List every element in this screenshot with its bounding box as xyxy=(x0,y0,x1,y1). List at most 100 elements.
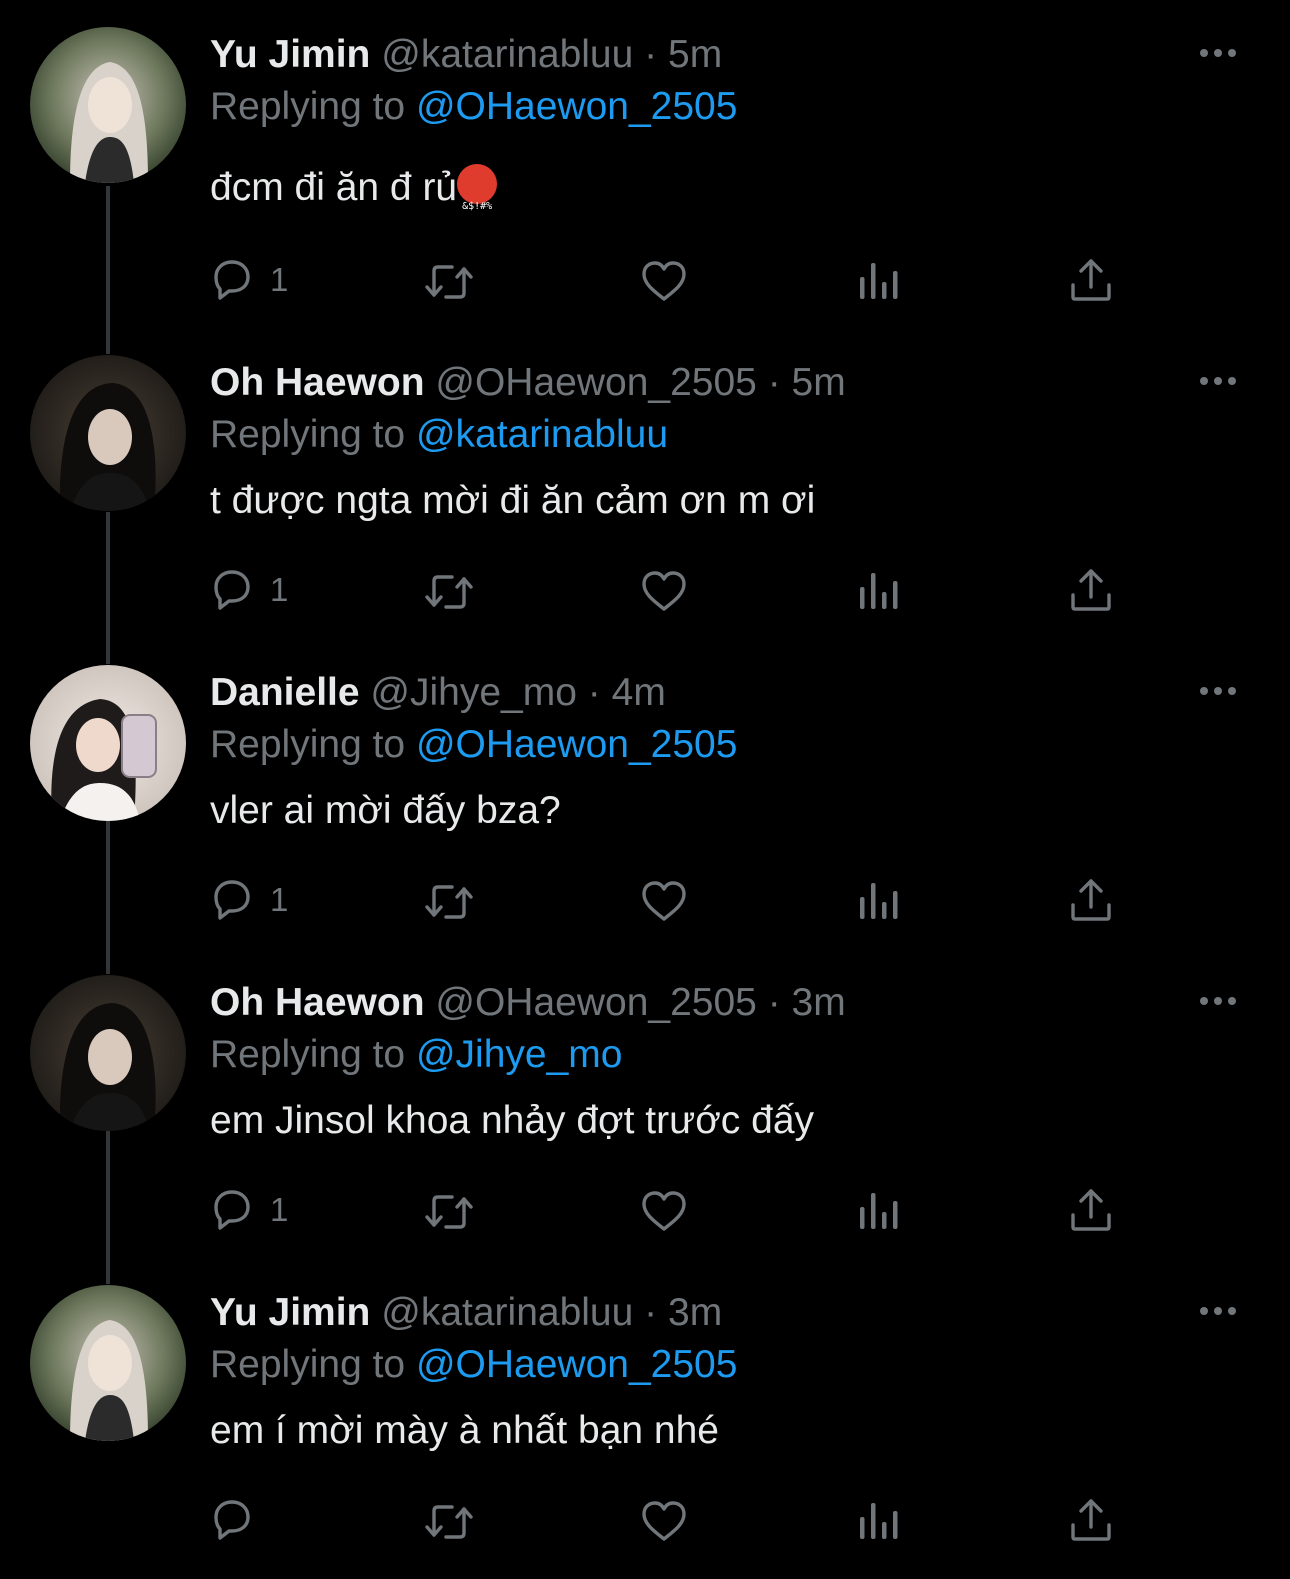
tweet-actions xyxy=(210,1495,1111,1545)
like-button[interactable] xyxy=(640,1185,688,1235)
like-button[interactable] xyxy=(640,1495,688,1545)
reply-button[interactable] xyxy=(210,1495,270,1545)
timestamp[interactable]: 3m xyxy=(668,1291,722,1334)
author-name[interactable]: Yu Jimin xyxy=(210,33,370,76)
share-button[interactable] xyxy=(1070,1495,1114,1545)
like-button[interactable] xyxy=(640,565,688,615)
mention-link[interactable]: @katarinabluu xyxy=(416,413,668,456)
tweet-actions: 1 xyxy=(210,1185,1111,1235)
author-name[interactable]: Oh Haewon xyxy=(210,981,425,1024)
tweet-header: Oh Haewon @OHaewon_2505 · 5m xyxy=(210,355,846,411)
reply-button[interactable]: 1 xyxy=(210,1185,288,1235)
author-handle[interactable]: @katarinabluu xyxy=(381,33,633,76)
reply-button[interactable]: 1 xyxy=(210,565,288,615)
timestamp[interactable]: 3m xyxy=(792,981,846,1024)
heart-icon xyxy=(642,1501,686,1541)
reply-icon xyxy=(214,1500,250,1540)
retweet-button[interactable] xyxy=(424,1185,476,1235)
share-button[interactable] xyxy=(1070,255,1114,305)
more-icon[interactable] xyxy=(1198,33,1238,73)
views-button[interactable] xyxy=(858,1185,900,1235)
tweet-text: đcm đi ăn đ rủ &$!#% xyxy=(210,160,498,216)
share-icon xyxy=(1071,879,1111,921)
timestamp[interactable]: 4m xyxy=(612,671,666,714)
more-icon[interactable] xyxy=(1198,361,1238,401)
replying-to-label: Replying to xyxy=(210,1033,406,1076)
heart-icon xyxy=(642,261,686,301)
share-button[interactable] xyxy=(1070,1185,1114,1235)
share-icon xyxy=(1071,1189,1111,1231)
mention-link[interactable]: @OHaewon_2505 xyxy=(416,85,737,128)
reply-button[interactable]: 1 xyxy=(210,255,288,305)
reply-icon xyxy=(214,1190,250,1230)
tweet[interactable]: Yu Jimin @katarinabluu · 3m Replying to … xyxy=(0,1285,1290,1575)
share-icon xyxy=(1071,259,1111,301)
views-icon xyxy=(860,883,898,919)
tweet-text: em Jinsol khoa nhảy đợt trước đấy xyxy=(210,1099,815,1142)
like-button[interactable] xyxy=(640,875,688,925)
reply-icon xyxy=(214,880,250,920)
avatar[interactable] xyxy=(30,355,186,511)
author-name[interactable]: Danielle xyxy=(210,671,360,714)
share-button[interactable] xyxy=(1070,565,1114,615)
dark-hair-girl-avatar-image xyxy=(30,975,186,1131)
retweet-button[interactable] xyxy=(424,1495,476,1545)
replying-to: Replying to @OHaewon_2505 xyxy=(210,717,737,773)
heart-icon xyxy=(642,571,686,611)
timestamp[interactable]: 5m xyxy=(668,33,722,76)
retweet-button[interactable] xyxy=(424,255,476,305)
reply-button[interactable]: 1 xyxy=(210,875,288,925)
reply-count: 1 xyxy=(270,571,289,608)
mention-link[interactable]: @OHaewon_2505 xyxy=(416,723,737,766)
more-icon[interactable] xyxy=(1198,671,1238,711)
tweet[interactable]: Oh Haewon @OHaewon_2505 · 3m Replying to… xyxy=(0,975,1290,1265)
tweet-actions: 1 xyxy=(210,255,1111,305)
share-icon xyxy=(1071,569,1111,611)
retweet-button[interactable] xyxy=(424,565,476,615)
tweet-header: Danielle @Jihye_mo · 4m xyxy=(210,665,666,721)
reply-count: 1 xyxy=(270,261,289,298)
replying-to-label: Replying to xyxy=(210,85,406,128)
retweet-button[interactable] xyxy=(424,875,476,925)
author-name[interactable]: Oh Haewon xyxy=(210,361,425,404)
tweet-text-content: đcm đi ăn đ rủ xyxy=(210,166,458,209)
share-icon xyxy=(1071,1499,1111,1541)
author-name[interactable]: Yu Jimin xyxy=(210,1291,370,1334)
avatar[interactable] xyxy=(30,665,186,821)
tweet[interactable]: Yu Jimin @katarinabluu · 5m Replying to … xyxy=(0,27,1290,327)
views-button[interactable] xyxy=(858,255,900,305)
tweet[interactable]: Oh Haewon @OHaewon_2505 · 5m Replying to… xyxy=(0,355,1290,645)
views-button[interactable] xyxy=(858,1495,900,1545)
retweet-icon xyxy=(425,575,473,609)
tweet-text: t được ngta mời đi ăn cảm ơn m ơi xyxy=(210,479,816,522)
tweet-text: vler ai mời đấy bza? xyxy=(210,789,561,832)
heart-icon xyxy=(642,881,686,921)
mention-link[interactable]: @Jihye_mo xyxy=(416,1033,623,1076)
reply-count: 1 xyxy=(270,881,289,918)
mention-link[interactable]: @OHaewon_2505 xyxy=(416,1343,737,1386)
timestamp[interactable]: 5m xyxy=(792,361,846,404)
separator-dot: · xyxy=(644,33,658,76)
author-handle[interactable]: @katarinabluu xyxy=(381,1291,633,1334)
more-icon[interactable] xyxy=(1198,981,1238,1021)
author-handle[interactable]: @Jihye_mo xyxy=(370,671,577,714)
views-button[interactable] xyxy=(858,875,900,925)
reply-count: 1 xyxy=(270,1191,289,1228)
views-icon xyxy=(860,1503,898,1539)
separator-dot: · xyxy=(767,981,781,1024)
author-handle[interactable]: @OHaewon_2505 xyxy=(435,981,756,1024)
selfie-girl-avatar-image xyxy=(30,665,186,821)
more-icon[interactable] xyxy=(1198,1291,1238,1331)
blonde-girl-avatar-image xyxy=(30,27,186,183)
avatar[interactable] xyxy=(30,975,186,1131)
angry-face-emoji-icon: &$!#% xyxy=(457,164,498,212)
views-button[interactable] xyxy=(858,565,900,615)
retweet-icon xyxy=(425,1505,473,1539)
reply-icon xyxy=(214,570,250,610)
avatar[interactable] xyxy=(30,1285,186,1441)
like-button[interactable] xyxy=(640,255,688,305)
avatar[interactable] xyxy=(30,27,186,183)
tweet[interactable]: Danielle @Jihye_mo · 4m Replying to @OHa… xyxy=(0,665,1290,955)
author-handle[interactable]: @OHaewon_2505 xyxy=(435,361,756,404)
share-button[interactable] xyxy=(1070,875,1114,925)
